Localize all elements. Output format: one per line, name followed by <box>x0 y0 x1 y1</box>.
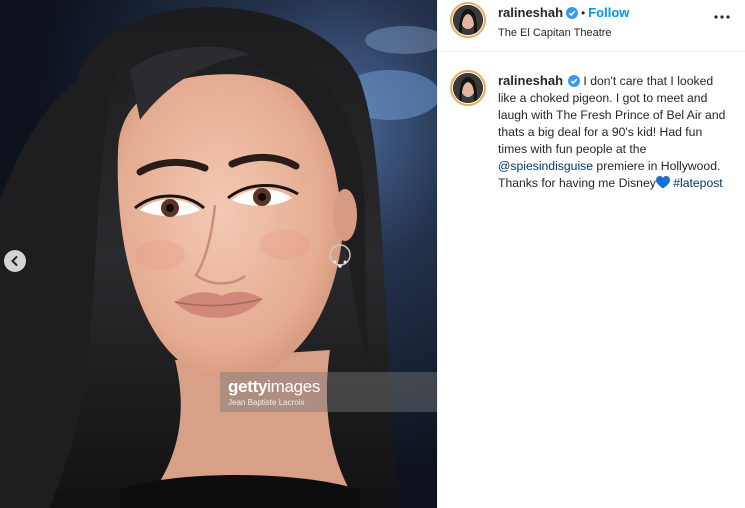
more-options-icon <box>714 15 730 19</box>
caption-username-link[interactable]: ralineshah <box>498 73 563 88</box>
photo-credit: Jean Baptiste Lacroix <box>228 398 305 407</box>
caption: ralineshah I don't care that I looked li… <box>498 72 730 192</box>
getty-logo: gettyimages <box>228 377 321 396</box>
separator-dot: • <box>581 6 586 20</box>
more-options-button[interactable] <box>710 10 734 24</box>
post-side-panel: ralineshah • Follow The El Capitan Theatr… <box>437 0 745 508</box>
hashtag-link[interactable]: #latepost <box>673 176 722 190</box>
location-link[interactable]: The El Capitan Theatre <box>498 27 629 39</box>
avatar[interactable] <box>450 70 486 106</box>
verified-badge-icon <box>568 75 581 87</box>
portrait-image <box>0 0 437 508</box>
getty-watermark: gettyimages Jean Baptiste Lacroix <box>220 372 437 412</box>
chevron-left-icon <box>11 256 18 266</box>
mention-link[interactable]: @spiesindisguise <box>498 159 593 173</box>
username-link[interactable]: ralineshah <box>498 5 563 20</box>
avatar[interactable] <box>450 2 486 38</box>
post-header: ralineshah • Follow The El Capitan Theatr… <box>438 0 745 52</box>
header-text: ralineshah • Follow The El Capitan Theatr… <box>498 4 629 39</box>
blue-heart-icon <box>655 176 670 189</box>
carousel-prev-button[interactable] <box>4 250 26 272</box>
post-photo[interactable]: gettyimages Jean Baptiste Lacroix <box>0 0 437 508</box>
verified-badge-icon <box>566 7 579 19</box>
follow-button[interactable]: Follow <box>588 5 629 20</box>
